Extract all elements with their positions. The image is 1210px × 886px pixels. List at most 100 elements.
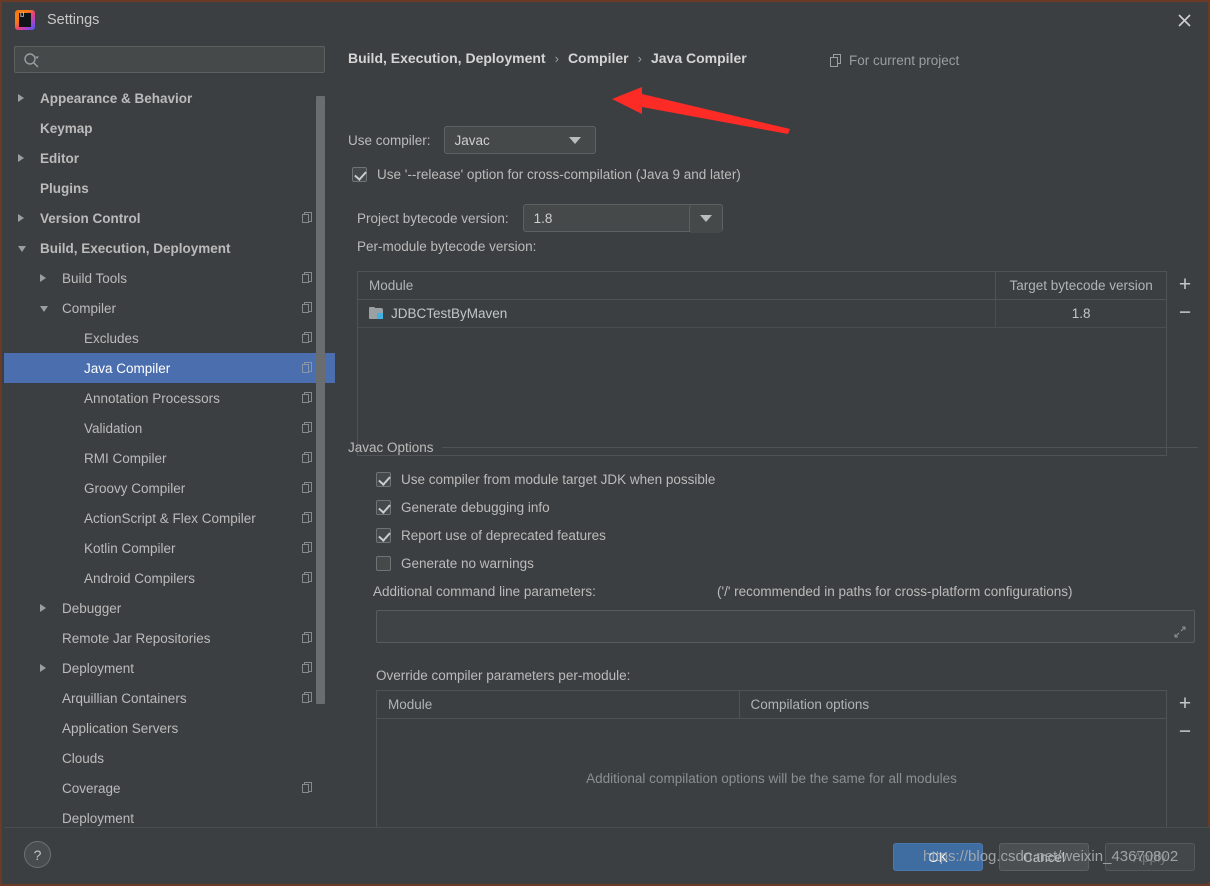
- javac-option-checkbox[interactable]: [376, 528, 391, 543]
- chevron-right-icon[interactable]: [40, 664, 46, 672]
- sidebar-item-label: Appearance & Behavior: [40, 90, 193, 106]
- intellij-idea-logo-icon: [15, 10, 35, 30]
- sidebar-item-clouds[interactable]: Clouds: [4, 743, 335, 773]
- sidebar-item-label: Deployment: [62, 810, 135, 826]
- sidebar-item-java-compiler[interactable]: Java Compiler: [4, 353, 335, 383]
- sidebar-item-label: Debugger: [62, 600, 122, 616]
- sidebar-item-groovy-compiler[interactable]: Groovy Compiler: [4, 473, 335, 503]
- project-bytecode-value: 1.8: [533, 210, 553, 226]
- breadcrumb-item[interactable]: Build, Execution, Deployment: [348, 50, 546, 66]
- copy-scope-icon: [302, 212, 313, 224]
- javac-option-row[interactable]: Generate debugging info: [376, 500, 550, 515]
- sidebar-item-label: Deployment: [62, 660, 135, 676]
- sidebar-item-label: Keymap: [40, 120, 93, 136]
- settings-main-panel: Build, Execution, Deployment › Compiler › Ja…: [335, 38, 1208, 838]
- sidebar-item-build-execution-deployment[interactable]: Build, Execution, Deployment: [4, 233, 335, 263]
- copy-scope-icon: [830, 54, 842, 67]
- use-compiler-dropdown[interactable]: Javac: [443, 126, 596, 154]
- sidebar-item-editor[interactable]: Editor: [4, 143, 335, 173]
- sidebar-item-label: Coverage: [62, 780, 121, 796]
- javac-option-label: Report use of deprecated features: [401, 528, 606, 543]
- copy-scope-icon: [302, 572, 313, 584]
- project-bytecode-dropdown[interactable]: 1.8: [522, 204, 723, 233]
- table-row[interactable]: JDBCTestByMaven 1.8: [358, 300, 1166, 328]
- remove-override-button[interactable]: −: [1167, 721, 1203, 742]
- copy-scope-icon: [302, 272, 313, 284]
- add-override-button[interactable]: +: [1167, 693, 1203, 714]
- chevron-right-icon[interactable]: [18, 154, 24, 162]
- sidebar-item-label: Build, Execution, Deployment: [40, 240, 231, 256]
- sidebar-item-rmi-compiler[interactable]: RMI Compiler: [4, 443, 335, 473]
- javac-option-row[interactable]: Report use of deprecated features: [376, 528, 606, 543]
- search-input[interactable]: [45, 47, 315, 72]
- sidebar-item-compiler[interactable]: Compiler: [4, 293, 335, 323]
- sidebar-item-label: RMI Compiler: [84, 450, 167, 466]
- sidebar-item-label: Plugins: [40, 180, 89, 196]
- sidebar-item-debugger[interactable]: Debugger: [4, 593, 335, 623]
- sidebar-item-annotation-processors[interactable]: Annotation Processors: [4, 383, 335, 413]
- javac-option-checkbox[interactable]: [376, 556, 391, 571]
- release-option-row[interactable]: Use '--release' option for cross-compila…: [352, 167, 741, 182]
- override-table-header: Module Compilation options: [377, 691, 1166, 719]
- sidebar-item-appearance-behavior[interactable]: Appearance & Behavior: [4, 83, 335, 113]
- add-module-button[interactable]: +: [1167, 274, 1203, 295]
- use-compiler-value: Javac: [454, 132, 490, 148]
- copy-scope-icon: [302, 542, 313, 554]
- javac-option-row[interactable]: Use compiler from module target JDK when…: [376, 472, 715, 487]
- javac-option-label: Generate no warnings: [401, 556, 534, 571]
- copy-scope-icon: [302, 782, 313, 794]
- sidebar-item-deployment[interactable]: Deployment: [4, 653, 335, 683]
- additional-params-label: Additional command line parameters:: [373, 584, 596, 599]
- per-module-table-buttons: + −: [1167, 271, 1203, 456]
- sidebar-item-actionscript-flex-compiler[interactable]: ActionScript & Flex Compiler: [4, 503, 335, 533]
- sidebar-item-application-servers[interactable]: Application Servers: [4, 713, 335, 743]
- search-field[interactable]: [14, 46, 325, 73]
- cell-target-bytecode: 1.8: [995, 300, 1166, 327]
- help-button[interactable]: ?: [24, 841, 51, 868]
- sidebar-item-arquillian-containers[interactable]: Arquillian Containers: [4, 683, 335, 713]
- release-option-checkbox[interactable]: [352, 167, 367, 182]
- sidebar-item-validation[interactable]: Validation: [4, 413, 335, 443]
- sidebar-item-coverage[interactable]: Coverage: [4, 773, 335, 803]
- sidebar-item-excludes[interactable]: Excludes: [4, 323, 335, 353]
- remove-module-button[interactable]: −: [1167, 302, 1203, 323]
- per-module-table[interactable]: Module Target bytecode version JDBCTestB…: [357, 271, 1167, 456]
- sidebar-item-keymap[interactable]: Keymap: [4, 113, 335, 143]
- copy-scope-icon: [302, 632, 313, 644]
- javac-option-checkbox[interactable]: [376, 472, 391, 487]
- sidebar-item-label: Validation: [84, 420, 143, 436]
- sidebar-item-version-control[interactable]: Version Control: [4, 203, 335, 233]
- sidebar-item-label: ActionScript & Flex Compiler: [84, 510, 256, 526]
- use-compiler-row: Use compiler: Javac: [348, 126, 596, 154]
- chevron-down-icon: [699, 215, 712, 222]
- column-header-compilation-options: Compilation options: [738, 691, 1166, 718]
- close-icon[interactable]: [1170, 8, 1198, 32]
- javac-option-checkbox[interactable]: [376, 500, 391, 515]
- copy-scope-icon: [302, 482, 313, 494]
- sidebar-item-build-tools[interactable]: Build Tools: [4, 263, 335, 293]
- chevron-right-icon[interactable]: [40, 274, 46, 282]
- override-table-empty-message: Additional compilation options will be t…: [586, 770, 957, 786]
- additional-params-input[interactable]: [376, 610, 1195, 643]
- override-table[interactable]: Module Compilation options Additional co…: [376, 690, 1167, 838]
- javac-option-label: Generate debugging info: [401, 500, 550, 515]
- sidebar-item-label: Editor: [40, 150, 79, 166]
- sidebar-item-android-compilers[interactable]: Android Compilers: [4, 563, 335, 593]
- sidebar-scrollbar[interactable]: [316, 96, 325, 704]
- search-wrapper: [4, 38, 335, 79]
- expand-icon[interactable]: [1174, 625, 1186, 638]
- sidebar-item-remote-jar-repositories[interactable]: Remote Jar Repositories: [4, 623, 335, 653]
- breadcrumb-item: Java Compiler: [650, 50, 747, 66]
- breadcrumb-item[interactable]: Compiler: [568, 50, 629, 66]
- column-header-module: Module: [369, 278, 414, 293]
- sidebar-item-kotlin-compiler[interactable]: Kotlin Compiler: [4, 533, 335, 563]
- chevron-down-icon[interactable]: [40, 306, 48, 312]
- chevron-right-icon[interactable]: [40, 604, 46, 612]
- sidebar-item-plugins[interactable]: Plugins: [4, 173, 335, 203]
- chevron-down-icon[interactable]: [18, 246, 26, 252]
- title-bar: Settings: [2, 2, 1208, 38]
- chevron-right-icon[interactable]: [18, 94, 24, 102]
- copy-scope-icon: [302, 332, 313, 344]
- chevron-right-icon[interactable]: [18, 214, 24, 222]
- javac-option-row[interactable]: Generate no warnings: [376, 556, 534, 571]
